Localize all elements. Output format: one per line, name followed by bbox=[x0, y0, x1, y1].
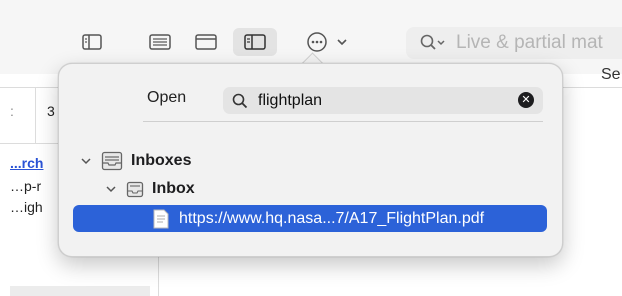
list-item: …igh bbox=[10, 199, 43, 215]
sidebar-icon bbox=[82, 34, 102, 50]
split-view-button[interactable] bbox=[191, 28, 221, 56]
more-actions-button[interactable] bbox=[300, 28, 354, 56]
popover-search-field[interactable]: flightplan ✕ bbox=[223, 87, 543, 114]
search-icon bbox=[232, 93, 248, 109]
file-url: https://www.hq.nasa...7/A17_FlightPlan.p… bbox=[179, 209, 485, 227]
search-options-icon[interactable] bbox=[420, 34, 450, 52]
column-header[interactable]: Se bbox=[601, 66, 621, 84]
selected-file-row[interactable]: https://www.hq.nasa...7/A17_FlightPlan.p… bbox=[73, 205, 547, 232]
pdf-document-icon bbox=[153, 209, 169, 229]
chevron-down-icon[interactable] bbox=[79, 156, 93, 166]
toolbar-search-field[interactable]: Live & partial mat bbox=[406, 27, 622, 59]
sidebar-toggle-button[interactable] bbox=[79, 28, 105, 56]
bottom-pane-strip bbox=[10, 286, 150, 296]
tree-label: Inboxes bbox=[131, 152, 192, 169]
popover-divider bbox=[143, 121, 543, 122]
column-divider bbox=[35, 88, 36, 143]
tree-item-inbox[interactable]: Inbox bbox=[104, 180, 195, 198]
chevron-down-icon bbox=[337, 39, 347, 46]
list-view-button[interactable] bbox=[145, 28, 175, 56]
table-cell-number: 3 bbox=[47, 103, 55, 119]
list-item: …p-r bbox=[10, 178, 42, 194]
inbox-tray-icon bbox=[126, 181, 144, 198]
clear-search-icon[interactable]: ✕ bbox=[518, 92, 534, 108]
column-view-button[interactable] bbox=[233, 28, 277, 56]
list-view-icon bbox=[149, 34, 171, 50]
inbox-tray-stack-icon bbox=[101, 151, 123, 171]
tree-label: Inbox bbox=[152, 180, 195, 197]
table-header-bottom-divider bbox=[0, 143, 60, 144]
ellipsis-circle-icon bbox=[307, 32, 327, 52]
split-view-icon bbox=[195, 34, 217, 50]
search-placeholder: Live & partial mat bbox=[456, 32, 603, 53]
open-label: Open bbox=[147, 89, 187, 106]
tree-item-inboxes[interactable]: Inboxes bbox=[79, 151, 191, 171]
column-view-icon bbox=[244, 34, 266, 50]
search-value: flightplan bbox=[258, 91, 323, 109]
open-popover: Open flightplan ✕ Inboxes Inbox https://… bbox=[58, 63, 563, 257]
table-cell: : bbox=[10, 103, 14, 119]
chevron-down-icon[interactable] bbox=[104, 184, 118, 194]
item-link[interactable]: ...rch bbox=[10, 155, 43, 171]
